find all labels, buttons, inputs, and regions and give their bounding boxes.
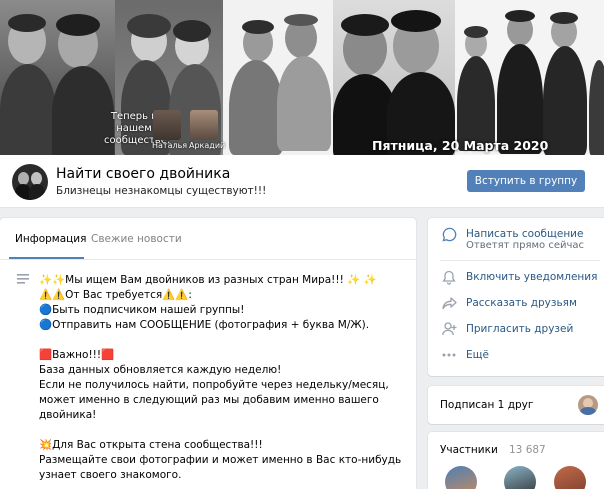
invite-friends-label: Пригласить друзей bbox=[466, 323, 574, 335]
divider bbox=[440, 260, 600, 261]
members-count: 13 687 bbox=[509, 444, 546, 456]
tab-bar: Информация Свежие новости bbox=[0, 218, 416, 260]
subscribed-friends-label: Подписан 1 друг bbox=[440, 399, 534, 411]
share-label: Рассказать друзьям bbox=[466, 297, 577, 309]
reply-time-note: Ответят прямо сейчас bbox=[466, 240, 585, 251]
cover-photo bbox=[333, 0, 455, 155]
more-label: Ещё bbox=[466, 349, 489, 361]
more-icon bbox=[440, 347, 458, 363]
group-description: ✨✨Мы ищем Вам двойников из разных стран … bbox=[39, 274, 402, 481]
enable-notifications-label: Включить уведомления bbox=[466, 271, 598, 283]
cover-image: Теперь в нашем сообществе: Наталья Аркад… bbox=[0, 0, 604, 155]
group-header: Найти своего двойника Близнецы незнакомц… bbox=[0, 155, 604, 208]
cover-photo bbox=[455, 0, 604, 155]
tab-news[interactable]: Свежие новости bbox=[91, 233, 182, 245]
more-button[interactable]: Ещё bbox=[440, 347, 489, 363]
group-status: Близнецы незнакомцы существуют!!! bbox=[56, 185, 267, 197]
active-tab-indicator bbox=[9, 257, 84, 259]
invite-friends-button[interactable]: Пригласить друзей bbox=[440, 321, 573, 337]
subscribed-friends[interactable]: Подписан 1 друг bbox=[428, 386, 604, 424]
new-member-photo bbox=[153, 110, 181, 140]
join-group-button[interactable]: Вступить в группу bbox=[467, 170, 585, 192]
group-title: Найти своего двойника bbox=[56, 166, 231, 182]
cover-photo bbox=[0, 0, 115, 155]
enable-notifications-button[interactable]: Включить уведомления bbox=[440, 269, 597, 285]
cover-date: Пятница, 20 Марта 2020 bbox=[372, 138, 549, 153]
share-button[interactable]: Рассказать друзьям bbox=[440, 295, 577, 311]
add-user-icon bbox=[440, 321, 458, 337]
member-avatar[interactable] bbox=[504, 466, 536, 489]
friend-avatar[interactable] bbox=[578, 395, 598, 415]
message-icon bbox=[440, 226, 458, 242]
group-avatar[interactable] bbox=[12, 164, 48, 200]
new-member-name: Аркадий bbox=[189, 141, 226, 150]
member-avatar[interactable] bbox=[554, 466, 586, 489]
new-member-photo bbox=[190, 110, 218, 140]
members-title: Участники bbox=[440, 444, 498, 456]
bell-icon bbox=[440, 269, 458, 285]
share-icon bbox=[440, 295, 458, 311]
write-message-label: Написать сообщение bbox=[466, 228, 584, 240]
members-block[interactable]: Участники 13 687 bbox=[428, 432, 604, 489]
description-icon bbox=[17, 274, 29, 284]
tab-info[interactable]: Информация bbox=[15, 233, 86, 245]
member-avatar[interactable] bbox=[445, 466, 477, 489]
cover-photo bbox=[223, 0, 333, 155]
new-member-name: Наталья bbox=[152, 141, 188, 150]
actions-menu: Написать сообщение Ответят прямо сейчас … bbox=[428, 218, 604, 376]
